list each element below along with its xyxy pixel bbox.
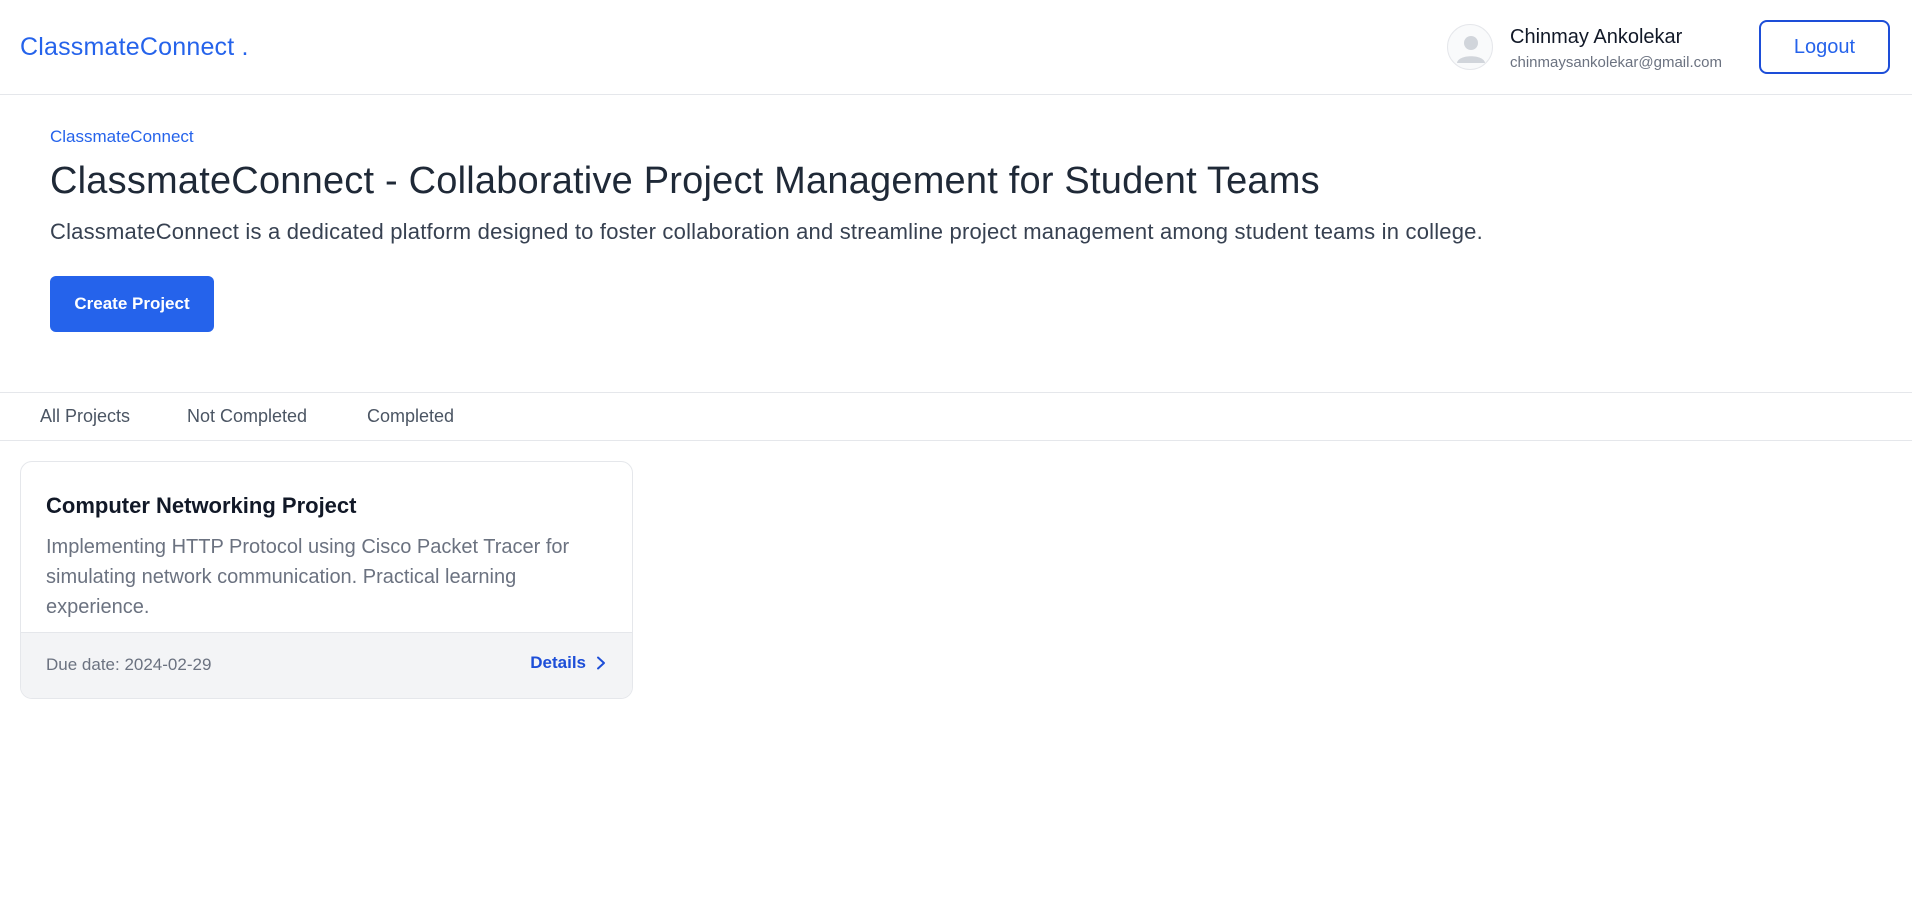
tab-completed[interactable]: Completed xyxy=(367,406,454,427)
tab-not-completed[interactable]: Not Completed xyxy=(187,406,307,427)
project-details-link[interactable]: Details xyxy=(530,653,608,673)
create-project-button[interactable]: Create Project xyxy=(50,276,214,332)
page-description: ClassmateConnect is a dedicated platform… xyxy=(50,219,1483,244)
chevron-right-icon xyxy=(597,656,605,670)
project-card-footer: Due date: 2024-02-29 Details xyxy=(21,632,632,698)
tab-all-projects[interactable]: All Projects xyxy=(40,406,130,427)
project-due-date: Due date: 2024-02-29 xyxy=(46,655,212,674)
top-navbar: ClassmateConnect . Chinmay Ankolekar chi… xyxy=(0,0,1912,95)
details-label: Details xyxy=(530,653,586,672)
page-title: ClassmateConnect - Collaborative Project… xyxy=(50,160,1320,202)
project-filter-tabs: All Projects Not Completed Completed xyxy=(0,392,1912,441)
eyebrow-label: ClassmateConnect xyxy=(50,127,194,146)
project-title: Computer Networking Project xyxy=(46,493,357,518)
project-description: Implementing HTTP Protocol using Cisco P… xyxy=(46,536,570,618)
project-card: Computer Networking Project Implementing… xyxy=(20,461,633,699)
logout-button[interactable]: Logout xyxy=(1759,20,1890,74)
user-name: Chinmay Ankolekar xyxy=(1510,26,1683,48)
brand-logo[interactable]: ClassmateConnect . xyxy=(20,33,249,62)
user-email: chinmaysankolekar@gmail.com xyxy=(1510,54,1722,71)
user-avatar-icon[interactable] xyxy=(1447,24,1493,70)
